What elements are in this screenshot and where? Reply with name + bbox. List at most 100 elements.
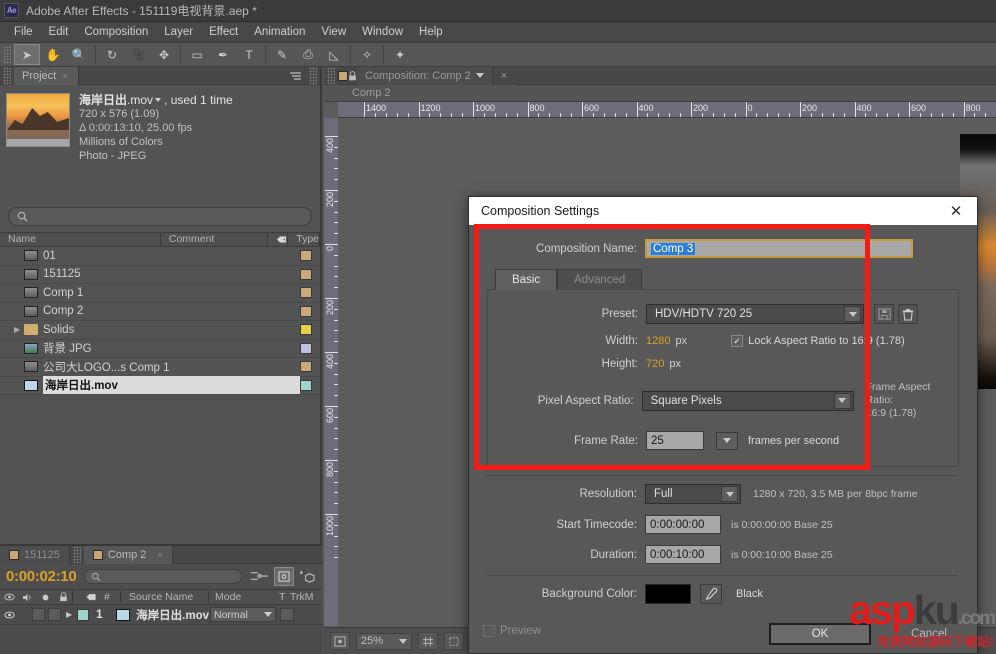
menu-item-help[interactable]: Help (411, 24, 451, 40)
timeline-search-box[interactable] (84, 569, 242, 584)
zoom-level-select[interactable]: 25% (356, 632, 413, 650)
column-comment[interactable]: Comment (161, 232, 269, 247)
dialog-tab-advanced[interactable]: Advanced (557, 269, 643, 290)
tab-composition[interactable]: Composition: Comp 2 (357, 66, 493, 85)
project-panel-grip[interactable] (3, 66, 11, 85)
hand-tool[interactable]: ✋ (40, 44, 66, 65)
3d-renderer-icon[interactable] (299, 570, 316, 584)
chevron-down-icon[interactable] (833, 392, 851, 409)
delete-preset-icon[interactable] (898, 304, 918, 324)
label-color-swatch[interactable] (300, 379, 312, 391)
shape-tool[interactable]: ▭ (184, 44, 210, 65)
chevron-down-icon[interactable] (399, 638, 408, 644)
background-color-swatch[interactable] (645, 584, 691, 604)
label-color-swatch[interactable] (300, 342, 312, 354)
disclosure-triangle-icon[interactable]: ▶ (14, 325, 24, 334)
menu-item-effect[interactable]: Effect (201, 24, 246, 40)
pen-tool[interactable]: ✒ (210, 44, 236, 65)
duration-field[interactable]: 0:00:10:00 (645, 545, 721, 564)
project-list-item[interactable]: Comp 1 (0, 284, 320, 303)
project-list-item[interactable]: ▶ Solids (0, 321, 320, 340)
project-panel-grip-right[interactable] (309, 66, 317, 85)
layer-solo-toggle[interactable] (48, 608, 61, 621)
menu-item-file[interactable]: File (6, 24, 41, 40)
panel-menu-icon[interactable] (284, 67, 306, 85)
chevron-down-icon[interactable] (264, 612, 272, 617)
close-icon[interactable]: ✕ (945, 200, 967, 222)
menu-item-edit[interactable]: Edit (41, 24, 77, 40)
label-color-swatch[interactable] (300, 287, 312, 299)
tab-composition-close[interactable]: × (492, 66, 516, 85)
layer-mode-select[interactable]: Normal (210, 607, 276, 622)
puppet-pin-tool[interactable]: ✦ (387, 44, 413, 65)
comp-panel-grip[interactable] (327, 66, 335, 85)
timeline-tab[interactable]: Comp 2 × (83, 545, 173, 564)
project-search-box[interactable] (8, 207, 312, 226)
start-timecode-field[interactable]: 0:00:00:00 (645, 515, 721, 534)
frame-rate-dropdown-icon[interactable] (716, 431, 738, 450)
roto-brush-tool[interactable]: ✧ (354, 44, 380, 65)
chevron-down-icon[interactable] (475, 73, 484, 78)
width-value[interactable]: 1280 (646, 335, 670, 347)
graph-editor-icon[interactable] (250, 570, 269, 583)
lock-icon[interactable] (348, 70, 357, 81)
menu-item-window[interactable]: Window (354, 24, 411, 40)
always-preview-icon[interactable] (330, 632, 350, 650)
project-search-input[interactable] (33, 210, 303, 223)
rotation-tool[interactable]: ↻ (99, 44, 125, 65)
close-icon[interactable]: × (157, 550, 162, 560)
eraser-tool[interactable]: ◺ (321, 44, 347, 65)
region-of-interest-icon[interactable] (444, 632, 465, 650)
project-list-item[interactable]: 151125 (0, 266, 320, 284)
project-list-item[interactable]: 公司大LOGO...s Comp 1 (0, 358, 320, 377)
brush-tool[interactable]: ✎ (269, 44, 295, 65)
selection-tool[interactable]: ➤ (14, 44, 40, 65)
timeline-tab[interactable]: 151125 (0, 545, 70, 564)
tag-icon[interactable] (268, 232, 289, 247)
project-list-item[interactable]: 背景 JPG (0, 340, 320, 358)
height-value[interactable]: 720 (646, 358, 664, 370)
menu-item-composition[interactable]: Composition (76, 24, 156, 40)
lock-aspect-checkbox[interactable]: ✓ Lock Aspect Ratio to 16:9 (1.78) (731, 335, 905, 347)
layer-audio-toggle[interactable] (32, 608, 45, 621)
save-preset-icon[interactable] (874, 304, 894, 324)
dialog-tab-basic[interactable]: Basic (495, 269, 558, 290)
frame-rate-field[interactable]: 25 (646, 431, 704, 450)
layer-eye-icon[interactable] (0, 611, 18, 619)
project-list-item[interactable]: 海岸日出.mov (0, 376, 320, 395)
label-color-swatch[interactable] (300, 305, 312, 317)
type-tool[interactable]: T (236, 44, 262, 65)
pixel-aspect-select[interactable]: Square Pixels (641, 390, 854, 411)
grid-guides-icon[interactable] (418, 632, 439, 650)
composition-mini-flowchart-icon[interactable] (274, 567, 294, 586)
chevron-down-icon[interactable] (721, 486, 738, 502)
menu-item-animation[interactable]: Animation (246, 24, 313, 40)
chevron-down-icon[interactable] (155, 98, 162, 102)
label-color-swatch[interactable] (300, 324, 312, 336)
preset-select[interactable]: HDV/HDTV 720 25 (646, 304, 864, 324)
eyedropper-icon[interactable] (700, 584, 722, 604)
preview-checkbox[interactable] (483, 625, 495, 637)
layer-label-swatch[interactable] (77, 608, 90, 621)
label-color-swatch[interactable] (300, 250, 312, 262)
label-color-swatch[interactable] (300, 268, 312, 280)
project-list-item[interactable]: Comp 2 (0, 303, 320, 321)
layer-expand-icon[interactable]: ▶ (66, 610, 72, 619)
column-type[interactable]: Type (288, 232, 320, 247)
menu-item-view[interactable]: View (313, 24, 354, 40)
timeline-layer-row[interactable]: ▶ 1 海岸日出.mov Normal (0, 605, 322, 625)
clone-stamp-tool[interactable]: ⎙ (295, 44, 321, 65)
current-timecode[interactable]: 0:00:02:10 (6, 568, 77, 585)
tab-project[interactable]: Project × (14, 66, 79, 85)
layer-t-toggle[interactable] (280, 608, 294, 621)
label-color-swatch[interactable] (300, 361, 312, 373)
close-icon[interactable]: × (62, 71, 67, 81)
chevron-down-icon[interactable] (844, 306, 861, 322)
camera-tool[interactable]: 🎥 (125, 44, 151, 65)
composition-name-field[interactable]: Comp 3 (645, 239, 913, 258)
timeline-tab-grip[interactable] (72, 545, 81, 564)
menu-item-layer[interactable]: Layer (156, 24, 201, 40)
project-list-item[interactable]: 01 (0, 247, 320, 266)
resolution-select[interactable]: Full (645, 484, 741, 504)
toolbar-grip[interactable] (3, 45, 11, 64)
